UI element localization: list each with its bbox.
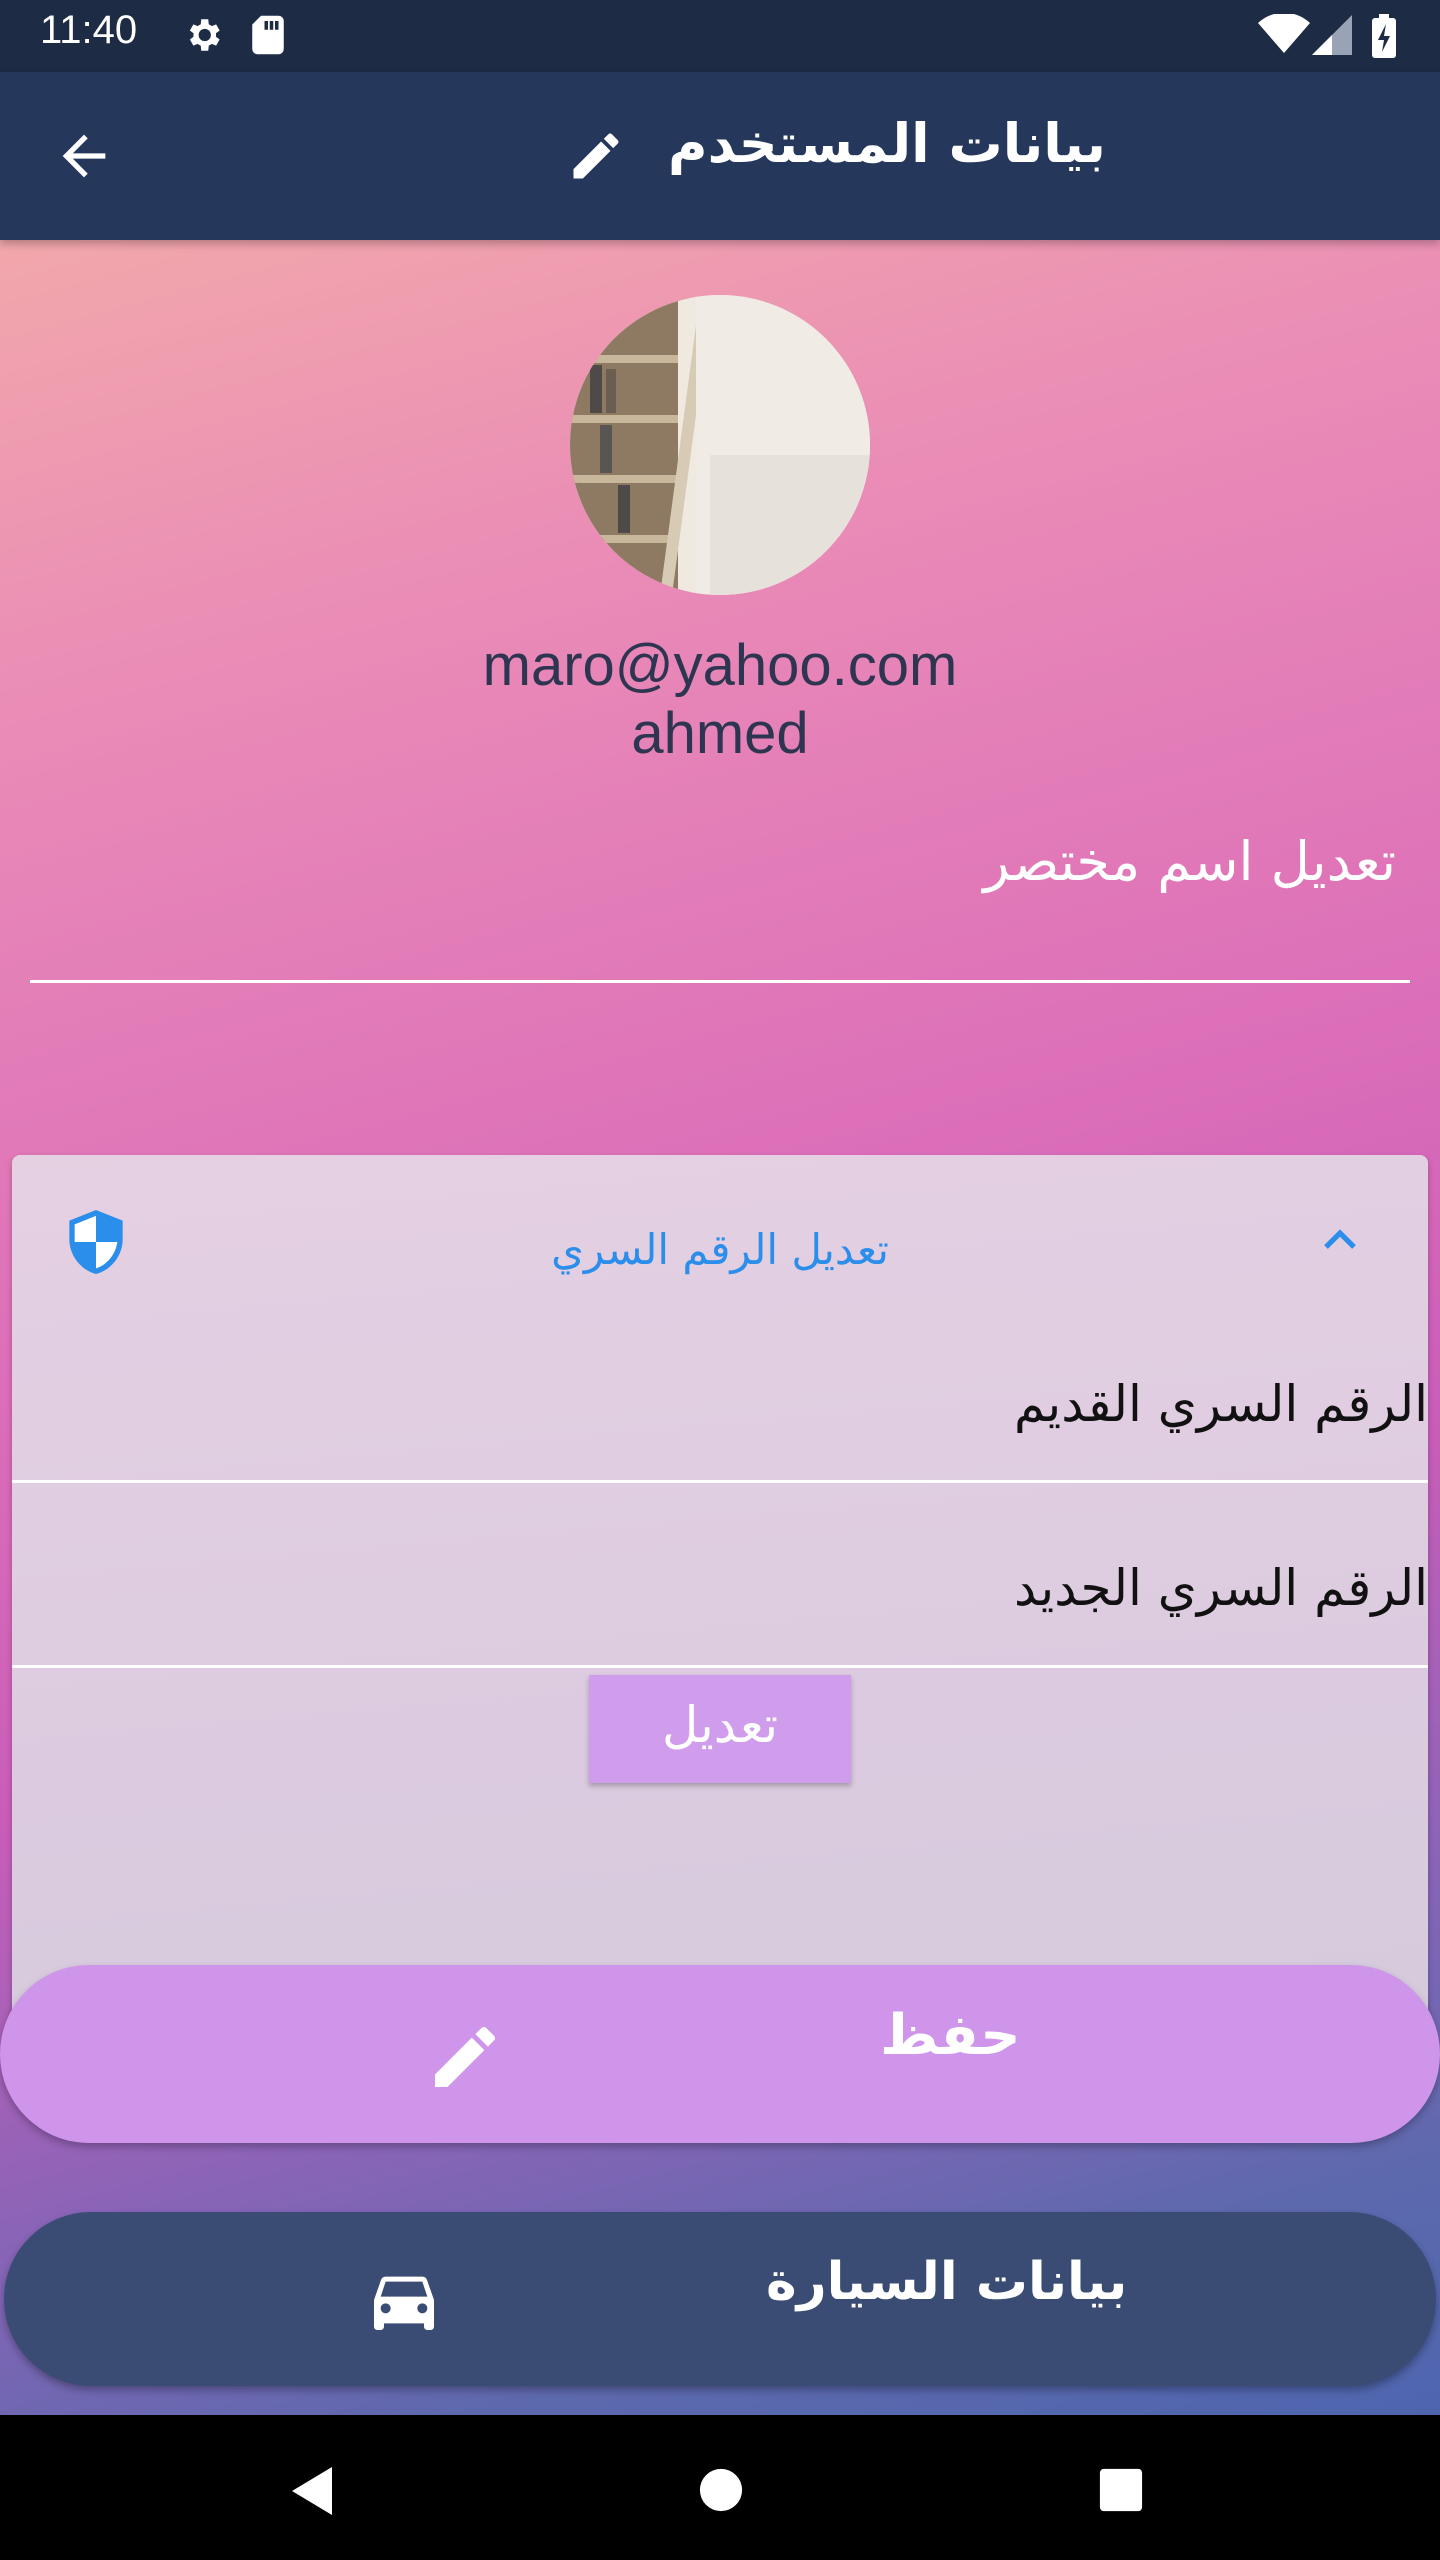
edit-title-button[interactable] — [566, 126, 626, 186]
password-panel: تعديل الرقم السري الرقم السري القديم الر… — [12, 1155, 1428, 2083]
nav-back-icon[interactable] — [288, 2465, 336, 2521]
nav-home-icon[interactable] — [698, 2467, 744, 2517]
car-data-button-label: بيانات السيارة — [766, 2252, 1128, 2312]
nickname-field-label: تعديل اسم مختصر — [983, 830, 1396, 893]
nickname-field-underline — [30, 980, 1410, 983]
new-password-field[interactable]: الرقم السري الجديد — [12, 1525, 1428, 1665]
pencil-icon — [573, 133, 619, 179]
battery-charging-icon — [1372, 14, 1396, 62]
avatar[interactable] — [570, 295, 870, 595]
car-icon — [364, 2260, 444, 2344]
system-nav-bar — [0, 2415, 1440, 2560]
wifi-icon — [1258, 12, 1310, 60]
cell-signal-icon — [1312, 14, 1352, 60]
new-password-underline — [12, 1665, 1428, 1668]
chevron-up-icon[interactable] — [1316, 1217, 1364, 1269]
app-bar: بيانات المستخدم — [0, 72, 1440, 240]
old-password-underline — [12, 1480, 1428, 1483]
change-password-button[interactable]: تعديل — [589, 1675, 851, 1783]
profile-content: maro@yahoo.com ahmed تعديل اسم مختصر تعد… — [0, 240, 1440, 2415]
password-panel-title: تعديل الرقم السري — [551, 1225, 889, 1274]
old-password-field[interactable]: الرقم السري القديم — [12, 1335, 1428, 1480]
profile-email: maro@yahoo.com — [482, 633, 958, 698]
nav-recents-icon[interactable] — [1098, 2467, 1144, 2517]
back-button[interactable] — [52, 124, 116, 188]
page-title: بيانات المستخدم — [668, 112, 1106, 175]
pencil-icon — [425, 2017, 505, 2101]
profile-name: ahmed — [631, 701, 809, 766]
sd-card-icon — [250, 14, 286, 60]
password-panel-header[interactable]: تعديل الرقم السري — [12, 1155, 1428, 1325]
save-button-label: حفظ — [880, 2003, 1021, 2068]
status-bar: 11:40 — [0, 0, 1440, 72]
save-button[interactable]: حفظ — [0, 1965, 1440, 2143]
status-time: 11:40 — [40, 8, 138, 52]
old-password-label: الرقم السري القديم — [1014, 1375, 1428, 1433]
arrow-back-icon — [62, 134, 106, 178]
nickname-field[interactable]: تعديل اسم مختصر — [30, 800, 1410, 990]
new-password-label: الرقم السري الجديد — [1014, 1559, 1428, 1617]
settings-icon — [182, 14, 224, 60]
car-data-button[interactable]: بيانات السيارة — [4, 2212, 1436, 2386]
